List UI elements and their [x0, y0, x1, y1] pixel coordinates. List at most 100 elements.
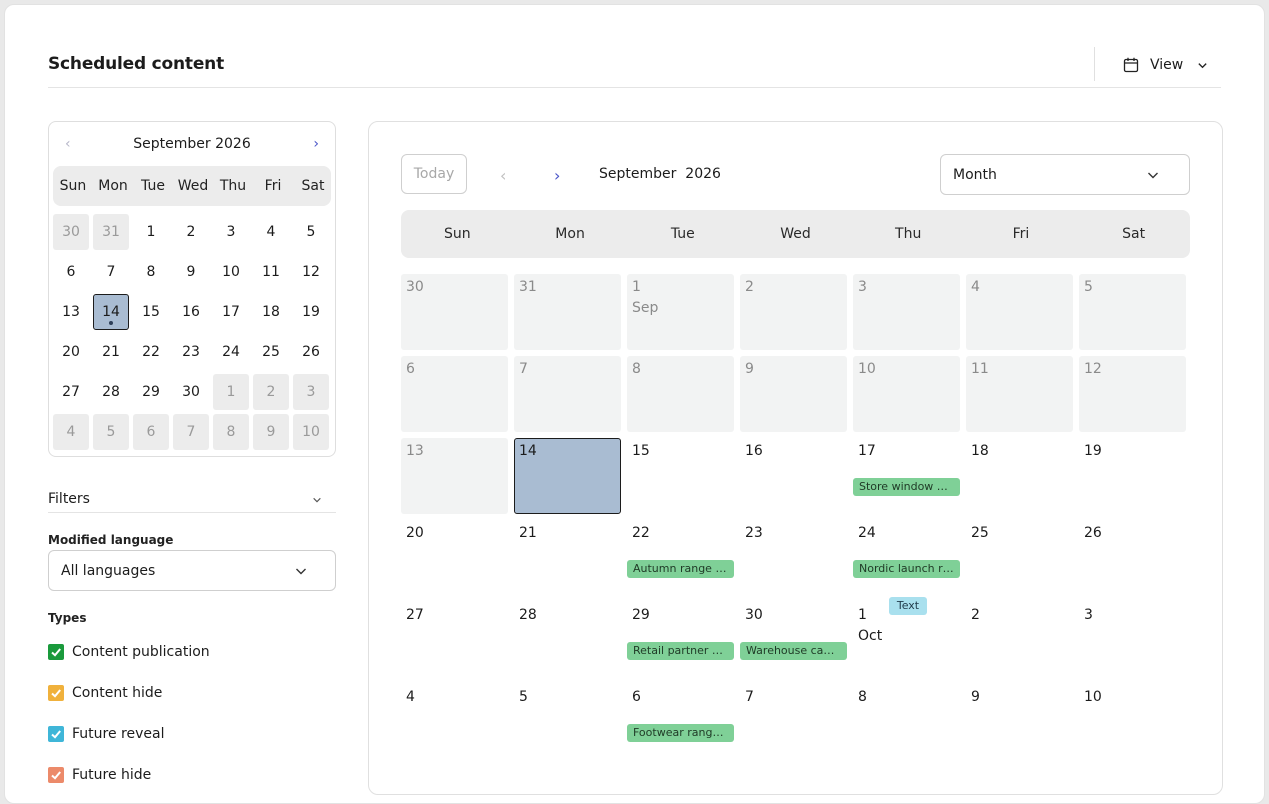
mini-day[interactable]: 18: [253, 294, 289, 330]
calendar-day[interactable]: 1 Sep: [627, 274, 734, 350]
mini-day[interactable]: 17: [213, 294, 249, 330]
mini-day[interactable]: 1: [133, 214, 169, 250]
mini-day[interactable]: 12: [293, 254, 329, 290]
calendar-day[interactable]: 2: [966, 602, 1073, 678]
mini-day[interactable]: 1: [213, 374, 249, 410]
calendar-day[interactable]: 1 Oct Text: [853, 597, 960, 678]
calendar-day[interactable]: 2: [740, 274, 847, 350]
type-filter-content-hide[interactable]: Content hide: [48, 684, 162, 702]
calendar-day[interactable]: 7: [740, 684, 847, 760]
scheduled-event[interactable]: Store window …: [853, 478, 960, 496]
calendar-day[interactable]: 3: [1079, 602, 1186, 678]
mini-day[interactable]: 8: [133, 254, 169, 290]
chevron-down-icon[interactable]: [312, 495, 322, 505]
calendar-day[interactable]: 19: [1079, 438, 1186, 514]
calendar-day[interactable]: 16: [740, 438, 847, 514]
today-button[interactable]: Today: [401, 154, 467, 194]
mini-day[interactable]: 30: [53, 214, 89, 250]
mini-day[interactable]: 13: [53, 294, 89, 330]
calendar-day[interactable]: 9: [966, 684, 1073, 760]
calendar-day[interactable]: 5: [514, 684, 621, 760]
calendar-day[interactable]: 21: [514, 520, 621, 596]
mini-day[interactable]: 4: [253, 214, 289, 250]
type-filter-future-hide[interactable]: Future hide: [48, 766, 151, 784]
calendar-day[interactable]: 6: [401, 356, 508, 432]
calendar-day[interactable]: 25: [966, 520, 1073, 596]
mini-day[interactable]: 25: [253, 334, 289, 370]
calendar-day[interactable]: 28: [514, 602, 621, 678]
mini-day[interactable]: 15: [133, 294, 169, 330]
mini-day[interactable]: 10: [293, 414, 329, 450]
scheduled-event[interactable]: Footwear rang…: [627, 724, 734, 742]
mini-day[interactable]: 21: [93, 334, 129, 370]
mini-day[interactable]: 10: [213, 254, 249, 290]
previous-month-button[interactable]: ‹: [65, 136, 71, 152]
calendar-day[interactable]: 30: [401, 274, 508, 350]
mini-day[interactable]: 20: [53, 334, 89, 370]
mini-day[interactable]: 6: [53, 254, 89, 290]
mini-day[interactable]: 26: [293, 334, 329, 370]
checkbox[interactable]: [48, 685, 64, 701]
calendar-day[interactable]: 12: [1079, 356, 1186, 432]
type-filter-content-publication[interactable]: Content publication: [48, 643, 210, 661]
mini-day[interactable]: 31: [93, 214, 129, 250]
scheduled-event[interactable]: Retail partner …: [627, 642, 734, 660]
calendar-day[interactable]: 30 Warehouse ca…: [740, 602, 847, 678]
mini-day[interactable]: 9: [253, 414, 289, 450]
filters-heading[interactable]: Filters: [48, 491, 90, 507]
event-tag[interactable]: Text: [889, 597, 927, 615]
type-filter-future-reveal[interactable]: Future reveal: [48, 725, 164, 743]
calendar-day[interactable]: 8: [627, 356, 734, 432]
mini-day[interactable]: 7: [173, 414, 209, 450]
calendar-day[interactable]: 11: [966, 356, 1073, 432]
calendar-day-selected[interactable]: 14: [514, 438, 621, 514]
scheduled-event[interactable]: Autumn range …: [627, 560, 734, 578]
mini-day[interactable]: 5: [293, 214, 329, 250]
mini-day[interactable]: 24: [213, 334, 249, 370]
mini-day[interactable]: 3: [293, 374, 329, 410]
calendar-day[interactable]: 31: [514, 274, 621, 350]
calendar-day[interactable]: 8: [853, 684, 960, 760]
calendar-day[interactable]: 4: [401, 684, 508, 760]
calendar-day[interactable]: 20: [401, 520, 508, 596]
next-month-button[interactable]: ›: [313, 136, 319, 152]
scheduled-event[interactable]: Nordic launch r…: [853, 560, 960, 578]
mini-day[interactable]: 19: [293, 294, 329, 330]
calendar-day[interactable]: 6 Footwear rang…: [627, 684, 734, 760]
scheduled-event[interactable]: Warehouse ca…: [740, 642, 847, 660]
mini-day[interactable]: 27: [53, 374, 89, 410]
calendar-day[interactable]: 7: [514, 356, 621, 432]
mini-day[interactable]: 28: [93, 374, 129, 410]
mini-day[interactable]: 7: [93, 254, 129, 290]
mini-day[interactable]: 3: [213, 214, 249, 250]
calendar-day[interactable]: 29 Retail partner …: [627, 602, 734, 678]
previous-month-button[interactable]: ‹: [500, 166, 506, 185]
mini-day[interactable]: 22: [133, 334, 169, 370]
calendar-day[interactable]: 4: [966, 274, 1073, 350]
mini-day-selected[interactable]: 14: [93, 294, 129, 330]
mini-day[interactable]: 6: [133, 414, 169, 450]
language-select[interactable]: All languages: [48, 550, 336, 591]
calendar-day[interactable]: 10: [853, 356, 960, 432]
mini-day[interactable]: 23: [173, 334, 209, 370]
calendar-day[interactable]: 23: [740, 520, 847, 596]
calendar-day[interactable]: 18: [966, 438, 1073, 514]
calendar-day[interactable]: 24 Nordic launch r…: [853, 520, 960, 596]
mini-day[interactable]: 11: [253, 254, 289, 290]
calendar-day[interactable]: 5: [1079, 274, 1186, 350]
checkbox[interactable]: [48, 644, 64, 660]
mini-day[interactable]: 9: [173, 254, 209, 290]
calendar-day[interactable]: 22 Autumn range …: [627, 520, 734, 596]
calendar-day[interactable]: 27: [401, 602, 508, 678]
calendar-day[interactable]: 26: [1079, 520, 1186, 596]
mini-day[interactable]: 30: [173, 374, 209, 410]
calendar-day[interactable]: 9: [740, 356, 847, 432]
next-month-button[interactable]: ›: [554, 166, 560, 185]
checkbox[interactable]: [48, 726, 64, 742]
mini-day[interactable]: 5: [93, 414, 129, 450]
mini-day[interactable]: 2: [253, 374, 289, 410]
calendar-day[interactable]: 10: [1079, 684, 1186, 760]
view-menu-button[interactable]: View: [1123, 53, 1208, 77]
calendar-day[interactable]: 13: [401, 438, 508, 514]
mini-day[interactable]: 4: [53, 414, 89, 450]
